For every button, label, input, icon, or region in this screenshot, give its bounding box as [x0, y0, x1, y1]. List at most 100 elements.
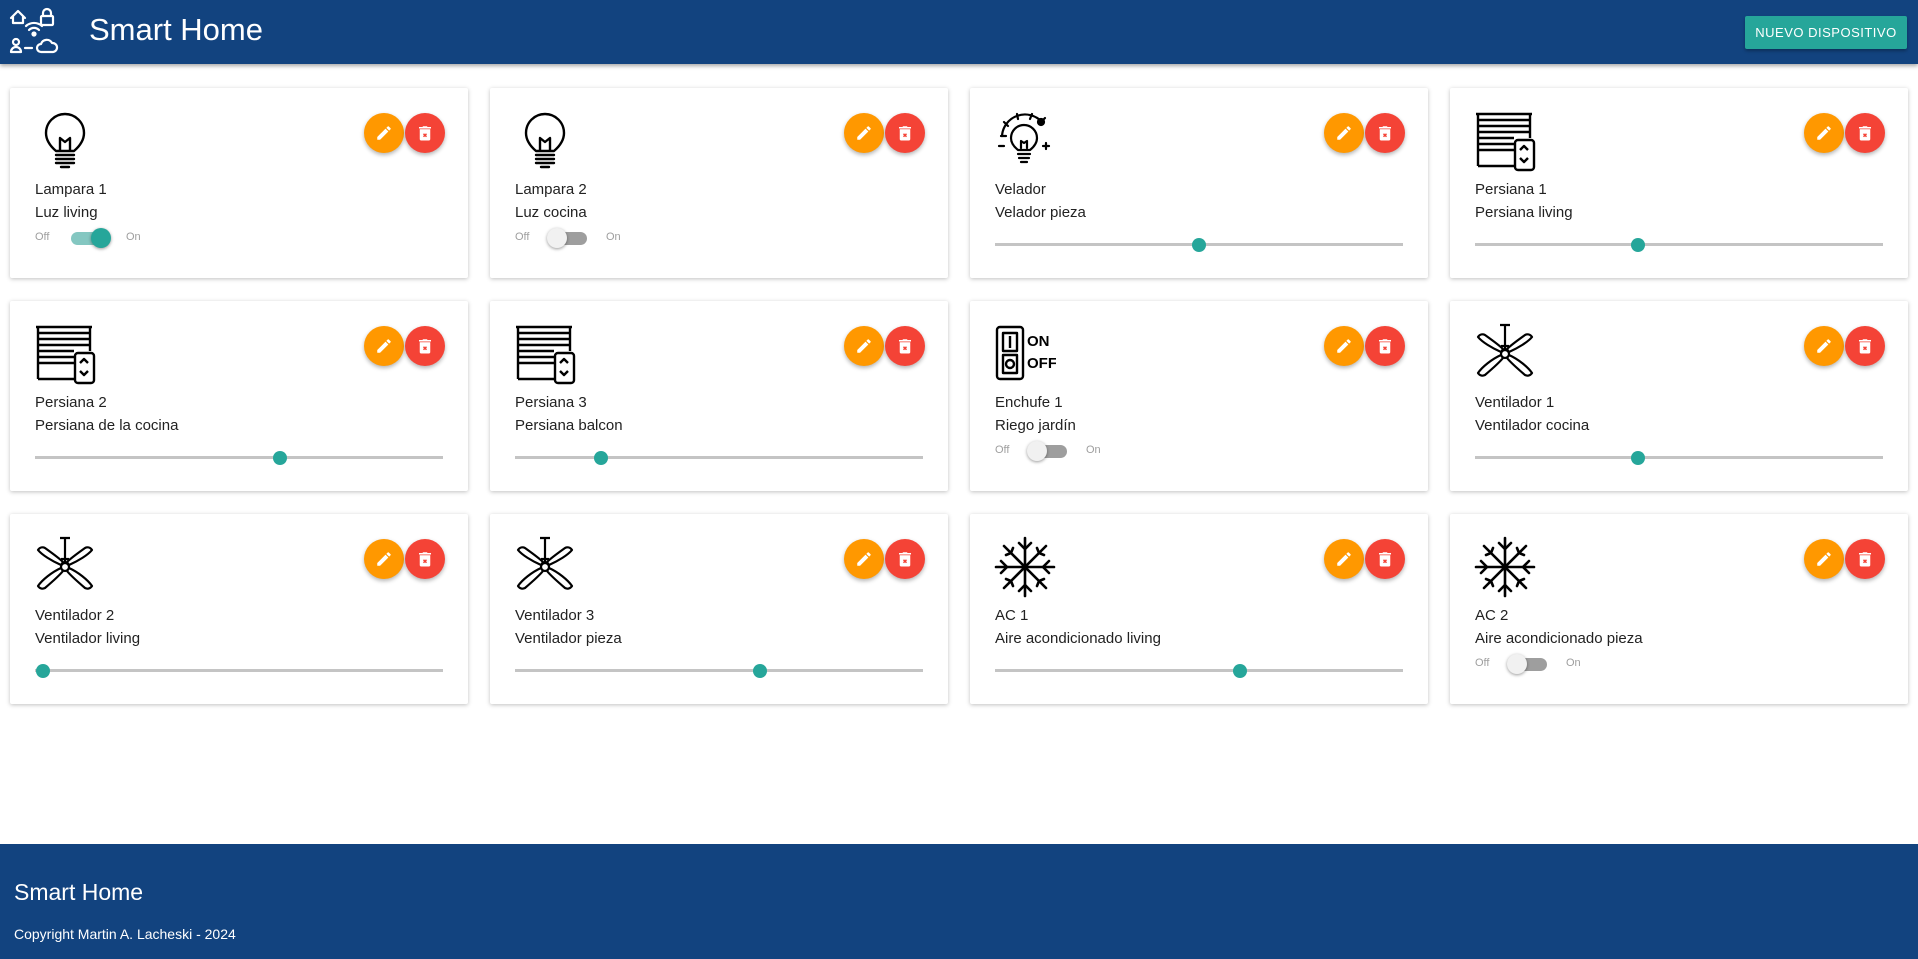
svg-text:OFF: OFF [1027, 355, 1056, 372]
trash-icon [1376, 337, 1394, 355]
pencil-icon [375, 124, 393, 142]
app-title[interactable]: Smart Home [89, 12, 263, 48]
slider-thumb[interactable] [594, 451, 608, 465]
delete-device-button[interactable] [1365, 539, 1405, 579]
ceiling-fan-icon [34, 536, 96, 598]
switch-thumb[interactable] [547, 228, 567, 248]
device-description: Luz living [35, 204, 98, 221]
window-blind-icon [1474, 110, 1536, 172]
device-name: AC 1 [995, 607, 1029, 624]
device-level-slider[interactable] [1475, 447, 1883, 467]
device-level-slider[interactable] [995, 234, 1403, 254]
device-name: Persiana 2 [35, 394, 107, 411]
device-description: Velador pieza [995, 204, 1086, 221]
device-name: Persiana 3 [515, 394, 587, 411]
delete-device-button[interactable] [405, 326, 445, 366]
trash-icon [1856, 550, 1874, 568]
delete-device-button[interactable] [1845, 539, 1885, 579]
device-card: Ventilador 3 Ventilador pieza [490, 514, 948, 704]
edit-device-button[interactable] [1804, 326, 1844, 366]
switch-off-label: Off [1475, 657, 1490, 669]
device-card: Lampara 2 Luz cocina Off On [490, 88, 948, 278]
slider-track[interactable] [35, 456, 443, 459]
trash-icon [1376, 550, 1394, 568]
delete-device-button[interactable] [885, 326, 925, 366]
footer-copyright: Copyright Martin A. Lacheski - 2024 [14, 926, 236, 942]
ceiling-fan-icon [1474, 323, 1536, 385]
device-card: Persiana 1 Persiana living [1450, 88, 1908, 278]
snowflake-icon [994, 536, 1056, 598]
switch-off-label: Off [995, 444, 1010, 456]
pencil-icon [1335, 124, 1353, 142]
delete-device-button[interactable] [405, 539, 445, 579]
switch-off-label: Off [515, 231, 530, 243]
device-description: Luz cocina [515, 204, 587, 221]
edit-device-button[interactable] [364, 539, 404, 579]
delete-device-button[interactable] [405, 113, 445, 153]
slider-track[interactable] [515, 456, 923, 459]
pencil-icon [1335, 550, 1353, 568]
slider-thumb[interactable] [1192, 238, 1206, 252]
edit-device-button[interactable] [844, 326, 884, 366]
slider-thumb[interactable] [1631, 238, 1645, 252]
pencil-icon [1815, 550, 1833, 568]
delete-device-button[interactable] [1845, 113, 1885, 153]
trash-icon [416, 550, 434, 568]
switch-thumb[interactable] [91, 228, 111, 248]
footer-title: Smart Home [14, 879, 144, 905]
device-card: Ventilador 1 Ventilador cocina [1450, 301, 1908, 491]
pencil-icon [855, 124, 873, 142]
slider-track[interactable] [995, 669, 1403, 672]
pencil-icon [1815, 124, 1833, 142]
switch-thumb[interactable] [1507, 654, 1527, 674]
edit-device-button[interactable] [1324, 539, 1364, 579]
edit-device-button[interactable] [364, 326, 404, 366]
edit-device-button[interactable] [1324, 326, 1364, 366]
delete-device-button[interactable] [1365, 113, 1405, 153]
device-power-switch[interactable]: Off On [515, 227, 665, 249]
device-name: Lampara 1 [35, 181, 107, 198]
edit-device-button[interactable] [1324, 113, 1364, 153]
delete-device-button[interactable] [885, 113, 925, 153]
edit-device-button[interactable] [844, 113, 884, 153]
delete-device-button[interactable] [885, 539, 925, 579]
device-power-switch[interactable]: Off On [1475, 653, 1625, 675]
device-level-slider[interactable] [35, 447, 443, 467]
trash-icon [416, 124, 434, 142]
slider-track[interactable] [1475, 456, 1883, 459]
new-device-button[interactable]: NUEVO DISPOSITIVO [1745, 16, 1907, 49]
slider-thumb[interactable] [1631, 451, 1645, 465]
slider-track[interactable] [1475, 243, 1883, 246]
lightbulb-icon [514, 110, 576, 172]
device-name: Ventilador 2 [35, 607, 115, 624]
slider-track[interactable] [35, 669, 443, 672]
switch-thumb[interactable] [1027, 441, 1047, 461]
trash-icon [896, 124, 914, 142]
device-level-slider[interactable] [515, 660, 923, 680]
device-name: Lampara 2 [515, 181, 587, 198]
slider-thumb[interactable] [273, 451, 287, 465]
delete-device-button[interactable] [1845, 326, 1885, 366]
device-description: Aire acondicionado living [995, 630, 1161, 647]
device-level-slider[interactable] [515, 447, 923, 467]
edit-device-button[interactable] [844, 539, 884, 579]
slider-thumb[interactable] [36, 664, 50, 678]
edit-device-button[interactable] [1804, 539, 1844, 579]
device-power-switch[interactable]: Off On [995, 440, 1145, 462]
device-level-slider[interactable] [35, 660, 443, 680]
pencil-icon [1815, 337, 1833, 355]
device-card: Ventilador 2 Ventilador living [10, 514, 468, 704]
delete-device-button[interactable] [1365, 326, 1405, 366]
device-power-switch[interactable]: Off On [35, 227, 185, 249]
pencil-icon [1335, 337, 1353, 355]
edit-device-button[interactable] [364, 113, 404, 153]
top-navbar: Smart Home NUEVO DISPOSITIVO [0, 0, 1918, 64]
slider-thumb[interactable] [753, 664, 767, 678]
device-card: ON OFF Enchufe 1 Riego jardín Off On [970, 301, 1428, 491]
slider-track[interactable] [515, 669, 923, 672]
edit-device-button[interactable] [1804, 113, 1844, 153]
trash-icon [896, 337, 914, 355]
device-level-slider[interactable] [1475, 234, 1883, 254]
slider-thumb[interactable] [1233, 664, 1247, 678]
device-level-slider[interactable] [995, 660, 1403, 680]
